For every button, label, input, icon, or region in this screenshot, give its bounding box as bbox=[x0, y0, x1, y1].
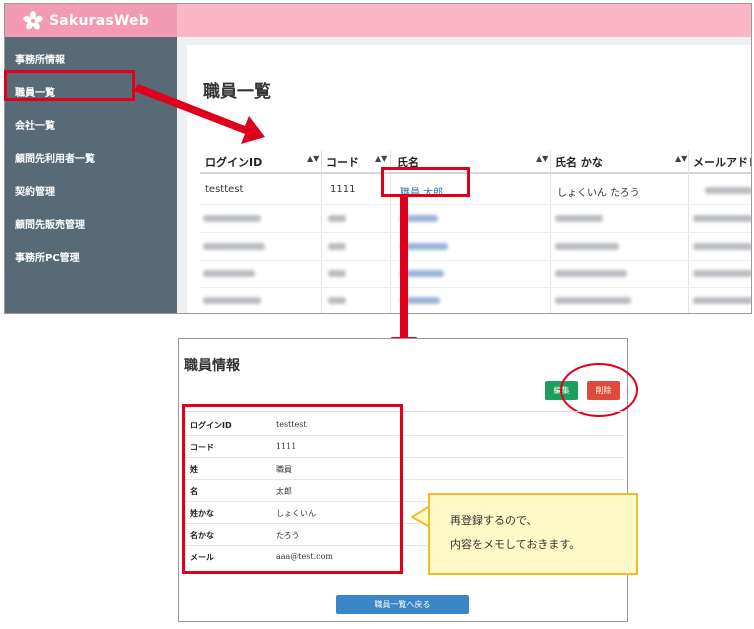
back-to-list-button[interactable]: 職員一覧へ戻る bbox=[336, 595, 469, 614]
highlight-delete-circle bbox=[560, 363, 638, 417]
highlight-detail-fields bbox=[182, 404, 403, 574]
detail-title: 職員情報 bbox=[184, 358, 240, 374]
callout-line-1: 再登録するので、 bbox=[450, 514, 538, 527]
tutorial-figure: SakurasWeb 事務所情報 職員一覧 会社一覧 顧問先利用者一覧 契約管理… bbox=[0, 0, 754, 629]
callout-note: 再登録するので、 内容をメモしておきます。 bbox=[428, 493, 638, 575]
callout-line-2: 内容をメモしておきます。 bbox=[450, 538, 581, 551]
